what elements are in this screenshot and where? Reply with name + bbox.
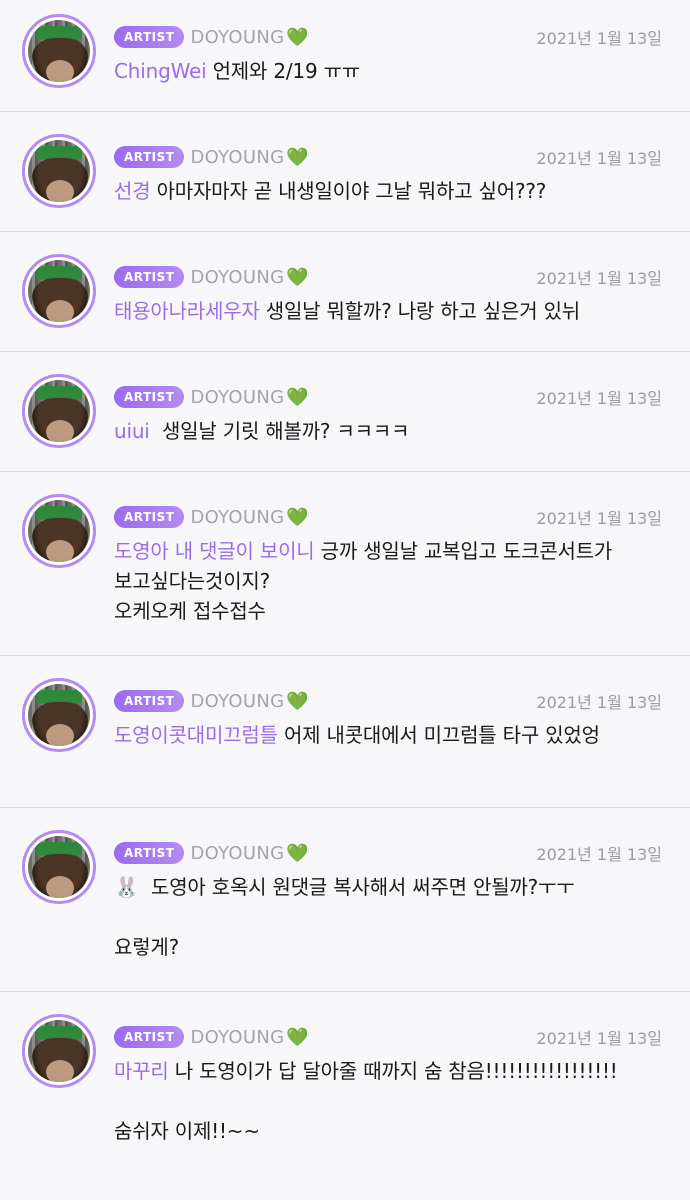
mention-link[interactable]: 선경 — [114, 179, 151, 203]
comment-text: 도영이콧대미끄럼틀 어제 내콧대에서 미끄럼틀 타구 있었엉 — [114, 720, 652, 750]
mention-link[interactable]: ChingWei — [114, 59, 207, 83]
comment-feed: ARTIST DOYOUNG 💚 2021년 1월 13일 ChingWei 언… — [0, 0, 690, 1200]
comment-body: 도영아 호옥시 원댓글 복사해서 써주면 안될까?ㅜㅜ 요렇게? — [114, 875, 575, 959]
avatar[interactable] — [22, 374, 96, 448]
green-heart-icon: 💚 — [286, 26, 309, 48]
comment-date: 2021년 1월 13일 — [536, 509, 662, 528]
artist-badge: ARTIST — [114, 506, 185, 528]
comment-meta: ARTIST DOYOUNG 💚 2021년 1월 13일 — [114, 688, 662, 714]
comment-body: 어제 내콧대에서 미끄럼틀 타구 있었엉 — [277, 723, 600, 747]
comment-text: uiui 생일날 기릿 해볼까? ㅋㅋㅋㅋ — [114, 416, 652, 446]
bunny-icon: 🐰 — [114, 875, 139, 899]
author-name[interactable]: DOYOUNG — [190, 267, 284, 288]
comment-date: 2021년 1월 13일 — [536, 693, 662, 712]
comment-body: 언제와 2/19 ㅠㅠ — [206, 59, 361, 83]
artist-badge: ARTIST — [114, 1026, 185, 1048]
avatar[interactable] — [22, 14, 96, 88]
avatar-image — [28, 380, 90, 442]
comment-item: ARTIST DOYOUNG 💚 2021년 1월 13일 선경 아마자마자 곧… — [0, 112, 690, 232]
comment-meta: ARTIST DOYOUNG 💚 2021년 1월 13일 — [114, 1024, 662, 1050]
comment-date: 2021년 1월 13일 — [536, 1029, 662, 1048]
avatar-image — [28, 20, 90, 82]
comment-meta: ARTIST DOYOUNG 💚 2021년 1월 13일 — [114, 384, 662, 410]
comment-text: 🐰 도영아 호옥시 원댓글 복사해서 써주면 안될까?ㅜㅜ 요렇게? — [114, 872, 652, 962]
comment-date: 2021년 1월 13일 — [536, 269, 662, 288]
artist-badge: ARTIST — [114, 842, 185, 864]
artist-badge: ARTIST — [114, 386, 185, 408]
comment-item: ARTIST DOYOUNG 💚 2021년 1월 13일 🐰 도영아 호옥시 … — [0, 808, 690, 992]
green-heart-icon: 💚 — [286, 1026, 309, 1048]
avatar[interactable] — [22, 1014, 96, 1088]
comment-text: 도영아 내 댓글이 보이니 긍까 생일날 교복입고 도크콘서트가 보고싶다는것이… — [114, 536, 652, 626]
comment-text: 태용아나라세우자 생일날 뭐할까? 나랑 하고 싶은거 있뉘 — [114, 296, 652, 326]
mention-link[interactable]: 도영이콧대미끄럼틀 — [114, 723, 278, 747]
comment-body: 아마자마자 곧 내생일이야 그날 뭐하고 싶어??? — [150, 179, 547, 203]
comment-item: ARTIST DOYOUNG 💚 2021년 1월 13일 ChingWei 언… — [0, 0, 690, 112]
artist-badge: ARTIST — [114, 146, 185, 168]
author-name[interactable]: DOYOUNG — [190, 147, 284, 168]
green-heart-icon: 💚 — [286, 506, 309, 528]
comment-meta: ARTIST DOYOUNG 💚 2021년 1월 13일 — [114, 264, 662, 290]
author-name[interactable]: DOYOUNG — [190, 507, 284, 528]
comment-body: 생일날 뭐할까? 나랑 하고 싶은거 있뉘 — [259, 299, 580, 323]
comment-item: ARTIST DOYOUNG 💚 2021년 1월 13일 uiui 생일날 기… — [0, 352, 690, 472]
comment-item: ARTIST DOYOUNG 💚 2021년 1월 13일 태용아나라세우자 생… — [0, 232, 690, 352]
comment-date: 2021년 1월 13일 — [536, 389, 662, 408]
comment-date: 2021년 1월 13일 — [536, 845, 662, 864]
green-heart-icon: 💚 — [286, 146, 309, 168]
comment-item: ARTIST DOYOUNG 💚 2021년 1월 13일 마꾸리 나 도영이가… — [0, 992, 690, 1200]
avatar[interactable] — [22, 494, 96, 568]
comment-meta: ARTIST DOYOUNG 💚 2021년 1월 13일 — [114, 504, 662, 530]
comment-body: 생일날 기릿 해볼까? ㅋㅋㅋㅋ — [149, 419, 410, 443]
green-heart-icon: 💚 — [286, 842, 309, 864]
mention-link[interactable]: 마꾸리 — [114, 1059, 169, 1083]
comment-meta: ARTIST DOYOUNG 💚 2021년 1월 13일 — [114, 144, 662, 170]
comment-text: ChingWei 언제와 2/19 ㅠㅠ — [114, 56, 652, 86]
author-name[interactable]: DOYOUNG — [190, 1027, 284, 1048]
artist-badge: ARTIST — [114, 690, 185, 712]
comment-text: 선경 아마자마자 곧 내생일이야 그날 뭐하고 싶어??? — [114, 176, 652, 206]
avatar-image — [28, 1020, 90, 1082]
artist-badge: ARTIST — [114, 26, 185, 48]
comment-meta: ARTIST DOYOUNG 💚 2021년 1월 13일 — [114, 24, 662, 50]
green-heart-icon: 💚 — [286, 690, 309, 712]
author-name[interactable]: DOYOUNG — [190, 27, 284, 48]
avatar-image — [28, 684, 90, 746]
author-name[interactable]: DOYOUNG — [190, 387, 284, 408]
avatar-image — [28, 500, 90, 562]
mention-link[interactable]: uiui — [114, 419, 150, 443]
mention-link[interactable]: 태용아나라세우자 — [114, 299, 260, 323]
comment-date: 2021년 1월 13일 — [536, 29, 662, 48]
mention-link[interactable]: 도영아 내 댓글이 보이니 — [114, 539, 315, 563]
avatar[interactable] — [22, 678, 96, 752]
author-name[interactable]: DOYOUNG — [190, 843, 284, 864]
green-heart-icon: 💚 — [286, 386, 309, 408]
green-heart-icon: 💚 — [286, 266, 309, 288]
comment-item: ARTIST DOYOUNG 💚 2021년 1월 13일 도영이콧대미끄럼틀 … — [0, 656, 690, 808]
avatar[interactable] — [22, 134, 96, 208]
avatar-image — [28, 836, 90, 898]
comment-meta: ARTIST DOYOUNG 💚 2021년 1월 13일 — [114, 840, 662, 866]
avatar[interactable] — [22, 830, 96, 904]
comment-body: 나 도영이가 답 달아줄 때까지 숨 참음!!!!!!!!!!!!!!!!! 숨… — [114, 1059, 618, 1143]
avatar-image — [28, 140, 90, 202]
avatar[interactable] — [22, 254, 96, 328]
comment-text: 마꾸리 나 도영이가 답 달아줄 때까지 숨 참음!!!!!!!!!!!!!!!… — [114, 1056, 652, 1146]
avatar-image — [28, 260, 90, 322]
comment-item: ARTIST DOYOUNG 💚 2021년 1월 13일 도영아 내 댓글이 … — [0, 472, 690, 656]
comment-date: 2021년 1월 13일 — [536, 149, 662, 168]
artist-badge: ARTIST — [114, 266, 185, 288]
author-name[interactable]: DOYOUNG — [190, 691, 284, 712]
